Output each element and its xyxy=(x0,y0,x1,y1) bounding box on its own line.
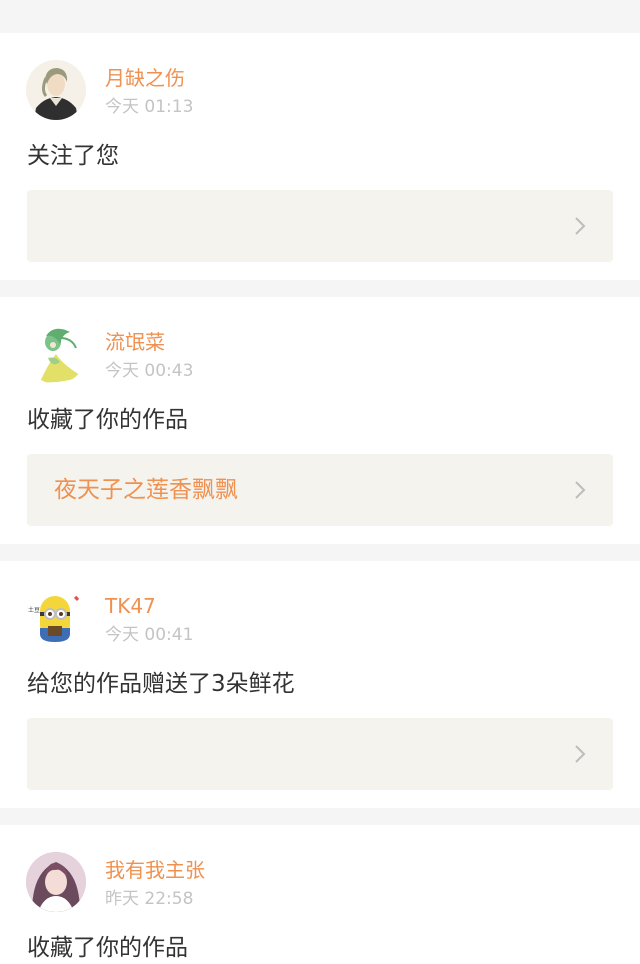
username[interactable]: 月缺之伤 xyxy=(105,65,185,91)
svg-text:土豆: 土豆 xyxy=(28,606,40,614)
action-text: 给您的作品赠送了3朵鲜花 xyxy=(27,671,295,697)
avatar[interactable] xyxy=(26,852,86,912)
timestamp: 今天 00:43 xyxy=(105,361,194,381)
chevron-right-icon xyxy=(575,481,586,499)
avatar[interactable]: 土豆 xyxy=(26,588,86,648)
work-title[interactable]: 夜天子之莲香飘飘 xyxy=(54,475,238,505)
avatar[interactable] xyxy=(26,60,86,120)
linked-work-box[interactable] xyxy=(27,718,613,790)
chevron-right-icon xyxy=(575,217,586,235)
notification-card: 土豆 TK47 今天 00:41 给您的作品赠送了3朵鲜花 xyxy=(0,561,640,808)
username[interactable]: 流氓菜 xyxy=(105,329,165,355)
action-text: 收藏了你的作品 xyxy=(27,407,188,433)
notification-card: 流氓菜 今天 00:43 收藏了你的作品 夜天子之莲香飘飘 xyxy=(0,297,640,544)
chevron-right-icon xyxy=(575,745,586,763)
username[interactable]: 我有我主张 xyxy=(105,857,205,883)
username[interactable]: TK47 xyxy=(105,593,156,619)
avatar[interactable] xyxy=(26,324,86,384)
notification-card: 月缺之伤 今天 01:13 关注了您 xyxy=(0,33,640,280)
action-text: 关注了您 xyxy=(27,143,119,169)
timestamp: 今天 01:13 xyxy=(105,97,194,117)
linked-work-box[interactable] xyxy=(27,190,613,262)
linked-work-box[interactable]: 夜天子之莲香飘飘 xyxy=(27,454,613,526)
notification-card: 我有我主张 昨天 22:58 收藏了你的作品 xyxy=(0,825,640,964)
timestamp: 昨天 22:58 xyxy=(105,889,194,909)
timestamp: 今天 00:41 xyxy=(105,625,194,645)
action-text: 收藏了你的作品 xyxy=(27,935,188,961)
